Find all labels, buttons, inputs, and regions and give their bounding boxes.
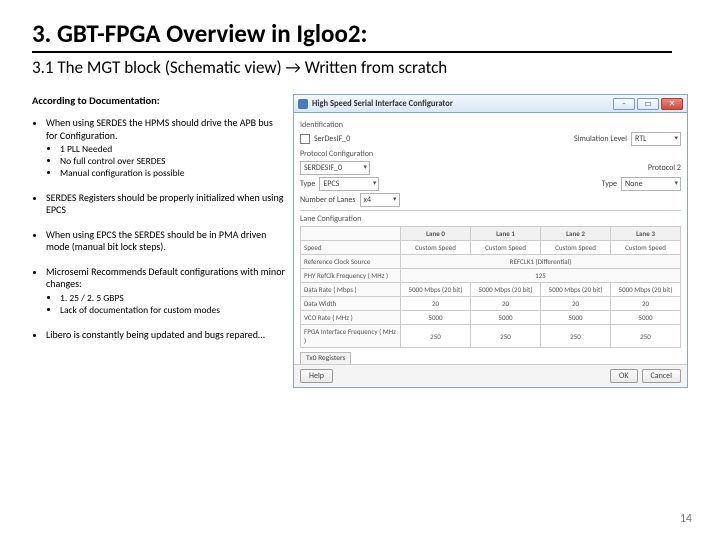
window-titlebar: High Speed Serial Interface Configurator… [294, 95, 687, 113]
title-underline [32, 51, 672, 53]
type-label: Type [300, 179, 315, 189]
speed-l0[interactable]: Custom Speed [401, 241, 471, 255]
protocol2-label: Protocol 2 [648, 163, 681, 173]
rate-l0[interactable]: 5000 Mbps (20 bit) [401, 283, 471, 297]
configurator-window: High Speed Serial Interface Configurator… [293, 94, 688, 388]
vco-l0: 5000 [401, 311, 471, 325]
speed-l3[interactable]: Custom Speed [611, 241, 681, 255]
page-number: 14 [680, 512, 692, 526]
protocol2-type-label: Type [602, 179, 617, 189]
ok-button[interactable]: OK [610, 369, 637, 383]
serdes-if-label: SerDesIF_0 [314, 134, 350, 144]
refclk-value[interactable]: REFCLK1 (Differential) [401, 255, 681, 269]
col-lane2: Lane 2 [541, 227, 611, 241]
right-column: High Speed Serial Interface Configurator… [293, 94, 688, 388]
cancel-button[interactable]: Cancel [642, 369, 682, 383]
minimize-button[interactable]: – [613, 98, 635, 110]
col-lane3: Lane 3 [611, 227, 681, 241]
width-l2: 20 [541, 297, 611, 311]
width-l0: 20 [401, 297, 471, 311]
window-body: Identification SerDesIF_0 Simulation Lev… [294, 113, 687, 364]
row-refclk-label: Reference Clock Source [301, 255, 401, 269]
lanes-label: Number of Lanes [300, 195, 356, 205]
fpga-l0: 250 [401, 325, 471, 348]
row-fpga-label: FPGA Interface Frequency ( MHz ) [301, 325, 401, 348]
row-width-label: Data Width [301, 297, 401, 311]
width-l3: 20 [611, 297, 681, 311]
sim-level-select[interactable]: RTL [631, 132, 681, 146]
identification-label: Identification [300, 120, 681, 130]
slide-subtitle: 3.1 The MGT block (Schematic view) → Wri… [32, 57, 688, 78]
row-vco-label: VCO Rate ( MHz ) [301, 311, 401, 325]
tab-tx0-registers[interactable]: Tx0 Registers [300, 352, 351, 364]
link-icon [300, 134, 310, 144]
bullet-2: SERDES Registers should be properly init… [46, 192, 285, 217]
rate-l2[interactable]: 5000 Mbps (20 bit) [541, 283, 611, 297]
speed-l2[interactable]: Custom Speed [541, 241, 611, 255]
type-select[interactable]: EPCS [319, 177, 379, 191]
speed-l1[interactable]: Custom Speed [471, 241, 541, 255]
rate-l1[interactable]: 5000 Mbps (20 bit) [471, 283, 541, 297]
help-button[interactable]: Help [300, 369, 333, 383]
reffreq-value[interactable]: 125 [401, 269, 681, 283]
protocol-config-label: Protocol Configuration [300, 149, 681, 159]
app-icon [298, 99, 308, 109]
col-lane1: Lane 1 [471, 227, 541, 241]
fpga-l1: 250 [471, 325, 541, 348]
window-title: High Speed Serial Interface Configurator [312, 99, 611, 109]
doc-heading: According to Documentation: [32, 94, 285, 107]
bullet-4-text: Microsemi Recommends Default configurati… [46, 265, 285, 291]
row-reffreq-label: PHY RefClk Frequency ( MHz ) [301, 269, 401, 283]
bullet-1-text: When using SERDES the HPMS should drive … [46, 116, 273, 142]
rate-l3[interactable]: 5000 Mbps (20 bit) [611, 283, 681, 297]
bullet-4: Microsemi Recommends Default configurati… [46, 266, 285, 317]
vco-l1: 5000 [471, 311, 541, 325]
vco-l2: 5000 [541, 311, 611, 325]
sim-level-label: Simulation Level [574, 134, 627, 144]
vco-l3: 5000 [611, 311, 681, 325]
bullet-4b: Lack of documentation for custom modes [60, 305, 285, 317]
bullet-3: When using EPCS the SERDES should be in … [46, 229, 285, 254]
serdes-select[interactable]: SERDESIF_0 [300, 161, 370, 175]
window-footer: Help OK Cancel [294, 364, 687, 387]
row-speed-label: Speed [301, 241, 401, 255]
bullet-1: When using SERDES the HPMS should drive … [46, 117, 285, 180]
fpga-l2: 250 [541, 325, 611, 348]
width-l1: 20 [471, 297, 541, 311]
lane-config-table: Lane 0 Lane 1 Lane 2 Lane 3 Speed Custom… [300, 226, 681, 348]
bullet-5: Libero is constantly being updated and b… [46, 329, 285, 342]
maximize-button[interactable]: ▭ [637, 98, 659, 110]
bullet-1c: Manual configuration is possible [60, 168, 285, 180]
lane-config-label: Lane Configuration [300, 214, 681, 224]
slide-title: 3. GBT-FPGA Overview in Igloo2: [32, 18, 688, 49]
left-column: According to Documentation: When using S… [32, 94, 285, 388]
bullet-4a: 1. 25 / 2. 5 GBPS [60, 293, 285, 305]
col-lane0: Lane 0 [401, 227, 471, 241]
row-datarate-label: Data Rate ( Mbps ) [301, 283, 401, 297]
fpga-l3: 250 [611, 325, 681, 348]
protocol2-type-select[interactable]: None [621, 177, 681, 191]
close-button[interactable]: ✕ [661, 98, 683, 110]
lanes-select[interactable]: x4 [360, 193, 400, 207]
